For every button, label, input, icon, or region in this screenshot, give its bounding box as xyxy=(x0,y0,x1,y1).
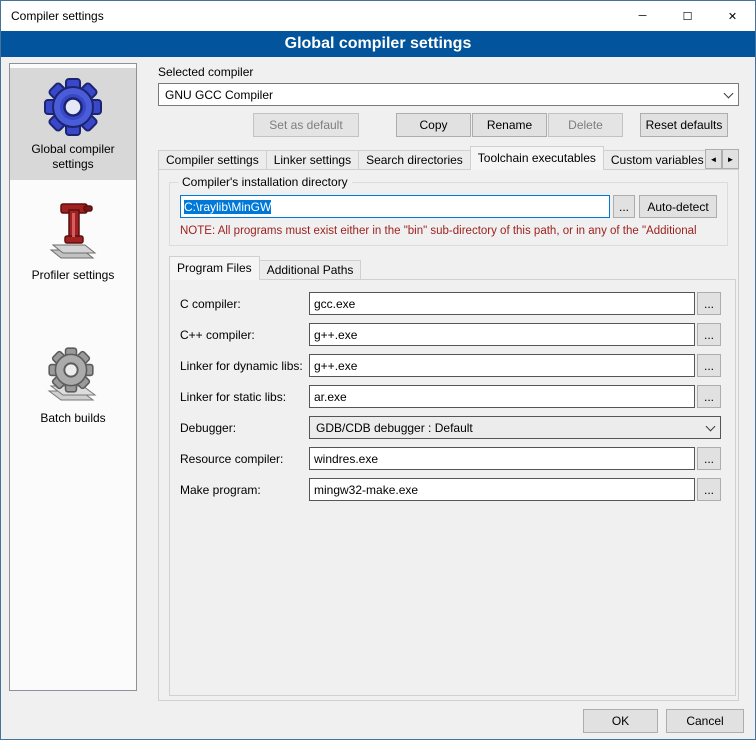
field-row-cpp-compiler: C++ compiler: ... xyxy=(180,323,721,346)
cancel-button[interactable]: Cancel xyxy=(666,709,744,733)
close-button[interactable]: ✕ xyxy=(710,1,755,31)
settings-tabstrip: Compiler settings Linker settings Search… xyxy=(158,146,739,170)
browse-directory-button[interactable]: ... xyxy=(613,195,635,218)
linker-static-label: Linker for static libs: xyxy=(180,390,309,404)
window-controls: ─ ☐ ✕ xyxy=(620,1,755,31)
sidebar-item-global-compiler-settings[interactable]: Global compiler settings xyxy=(10,68,136,180)
browse-resource-compiler-button[interactable]: ... xyxy=(697,447,721,470)
compiler-select-value: GNU GCC Compiler xyxy=(165,88,725,102)
tabs-clip: Compiler settings Linker settings Search… xyxy=(158,146,707,170)
linker-static-input[interactable] xyxy=(309,385,695,408)
sidebar-item-profiler-settings[interactable]: Profiler settings xyxy=(10,194,136,291)
cpp-compiler-label: C++ compiler: xyxy=(180,328,309,342)
tab-search-directories[interactable]: Search directories xyxy=(358,150,471,170)
reset-defaults-button[interactable]: Reset defaults xyxy=(640,113,728,137)
tab-additional-paths[interactable]: Additional Paths xyxy=(259,260,362,280)
debugger-select-value: GDB/CDB debugger : Default xyxy=(316,421,707,435)
sidebar-label: Profiler settings xyxy=(32,268,115,283)
debugger-label: Debugger: xyxy=(180,421,309,435)
minimize-button[interactable]: ─ xyxy=(620,1,665,31)
resource-compiler-label: Resource compiler: xyxy=(180,452,309,466)
installation-directory-group-title: Compiler's installation directory xyxy=(178,175,352,189)
set-as-default-button[interactable]: Set as default xyxy=(253,113,359,137)
field-row-linker-static: Linker for static libs: ... xyxy=(180,385,721,408)
copy-button[interactable]: Copy xyxy=(396,113,471,137)
browse-linker-dynamic-button[interactable]: ... xyxy=(697,354,721,377)
compiler-select[interactable]: GNU GCC Compiler xyxy=(158,83,739,106)
rename-button[interactable]: Rename xyxy=(472,113,547,137)
cpp-compiler-input[interactable] xyxy=(309,323,695,346)
profiler-clamp-icon xyxy=(41,200,105,264)
linker-dynamic-input[interactable] xyxy=(309,354,695,377)
installation-directory-value: C:\raylib\MinGW xyxy=(184,200,271,214)
bin-subdirectory-note: NOTE: All programs must exist either in … xyxy=(180,225,739,237)
tab-linker-settings[interactable]: Linker settings xyxy=(266,150,359,170)
delete-button[interactable]: Delete xyxy=(548,113,623,137)
compiler-actions: Set as default Copy Rename Delete Reset … xyxy=(158,113,739,137)
installation-directory-group: Compiler's installation directory C:\ray… xyxy=(169,182,728,246)
sidebar-label: Global compiler settings xyxy=(14,142,132,172)
sidebar-label: Batch builds xyxy=(40,411,105,426)
browse-make-program-button[interactable]: ... xyxy=(697,478,721,501)
make-program-label: Make program: xyxy=(180,483,309,497)
installation-directory-row: C:\raylib\MinGW ... Auto-detect xyxy=(180,195,717,218)
browse-cpp-compiler-button[interactable]: ... xyxy=(697,323,721,346)
tab-toolchain-executables[interactable]: Toolchain executables xyxy=(470,146,604,170)
maximize-button[interactable]: ☐ xyxy=(665,1,710,31)
page-title: Global compiler settings xyxy=(1,31,755,57)
program-tabstrip: Program Files Additional Paths xyxy=(169,256,361,280)
browse-linker-static-button[interactable]: ... xyxy=(697,385,721,408)
chevron-down-icon xyxy=(706,421,716,431)
field-row-make-program: Make program: ... xyxy=(180,478,721,501)
titlebar[interactable]: Compiler settings ─ ☐ ✕ xyxy=(1,1,755,31)
window-title: Compiler settings xyxy=(1,9,104,23)
linker-dynamic-label: Linker for dynamic libs: xyxy=(180,359,309,373)
sidebar-item-batch-builds[interactable]: Batch builds xyxy=(10,337,136,434)
field-row-c-compiler: C compiler: ... xyxy=(180,292,721,315)
settings-category-sidebar: Global compiler settings xyxy=(9,63,137,691)
tab-custom-variables[interactable]: Custom variables xyxy=(603,150,707,170)
field-row-resource-compiler: Resource compiler: ... xyxy=(180,447,721,470)
gear-blue-icon xyxy=(41,74,105,138)
c-compiler-input[interactable] xyxy=(309,292,695,315)
auto-detect-button[interactable]: Auto-detect xyxy=(639,195,717,218)
tab-scroll-buttons: ◄ ► xyxy=(705,149,739,169)
tab-scroll-right-icon[interactable]: ► xyxy=(722,149,739,169)
tab-program-files[interactable]: Program Files xyxy=(169,256,260,280)
chevron-down-icon xyxy=(724,88,734,98)
field-row-linker-dynamic: Linker for dynamic libs: ... xyxy=(180,354,721,377)
program-files-panel: C compiler: ... C++ compiler: ... Linker… xyxy=(169,279,736,696)
resource-compiler-input[interactable] xyxy=(309,447,695,470)
selected-compiler-label: Selected compiler xyxy=(158,65,253,79)
ok-button[interactable]: OK xyxy=(583,709,658,733)
field-row-debugger: Debugger: GDB/CDB debugger : Default xyxy=(180,416,721,439)
installation-directory-input[interactable]: C:\raylib\MinGW xyxy=(180,195,610,218)
gear-gray-icon xyxy=(41,343,105,407)
c-compiler-label: C compiler: xyxy=(180,297,309,311)
debugger-select[interactable]: GDB/CDB debugger : Default xyxy=(309,416,721,439)
tab-compiler-settings[interactable]: Compiler settings xyxy=(158,150,267,170)
tab-scroll-left-icon[interactable]: ◄ xyxy=(705,149,722,169)
toolchain-executables-panel: Compiler's installation directory C:\ray… xyxy=(158,169,739,701)
browse-c-compiler-button[interactable]: ... xyxy=(697,292,721,315)
compiler-settings-dialog: Compiler settings ─ ☐ ✕ Global compiler … xyxy=(0,0,756,740)
make-program-input[interactable] xyxy=(309,478,695,501)
